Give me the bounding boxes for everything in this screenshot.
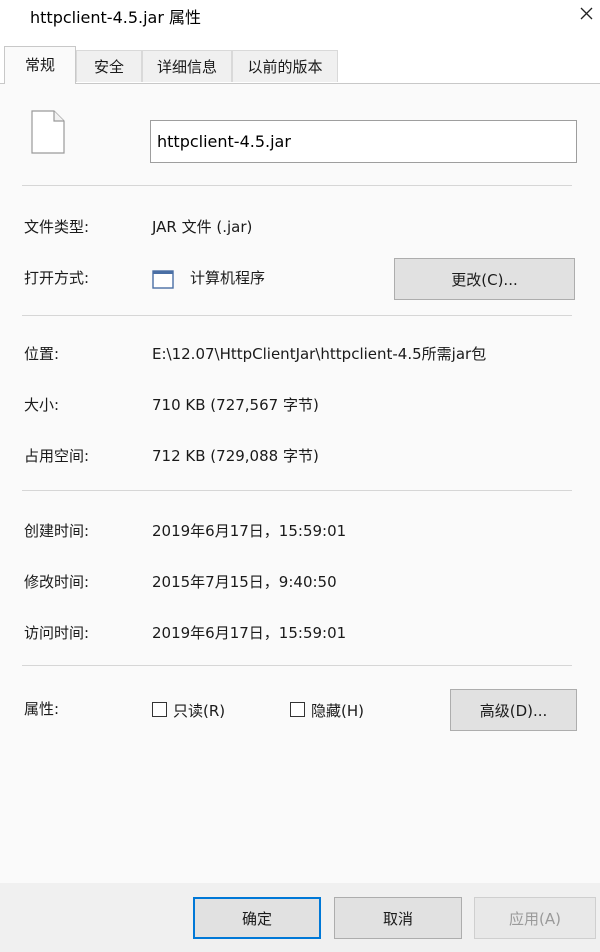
disk-size-value: 712 KB (729,088 字节) (152, 447, 319, 465)
tab-strip: 常规 安全 详细信息 以前的版本 (0, 46, 600, 84)
modified-label: 修改时间: (24, 573, 90, 591)
file-type-value: JAR 文件 (.jar) (152, 218, 253, 236)
separator (22, 665, 572, 666)
readonly-label: 只读(R) (173, 702, 226, 720)
title-bar: httpclient-4.5.jar 属性 (0, 0, 600, 30)
application-icon (152, 270, 174, 289)
open-with-value: 计算机程序 (190, 269, 266, 287)
location-label: 位置: (24, 345, 60, 363)
tab-security[interactable]: 安全 (76, 50, 142, 82)
apply-button[interactable]: 应用(A) (474, 897, 596, 939)
readonly-checkbox[interactable] (152, 702, 167, 717)
hidden-checkbox[interactable] (290, 702, 305, 717)
advanced-button[interactable]: 高级(D)... (450, 689, 577, 731)
file-type-label: 文件类型: (24, 218, 90, 236)
cancel-button[interactable]: 取消 (334, 897, 462, 939)
attributes-label: 属性: (24, 700, 60, 718)
modified-value: 2015年7月15日，9:40:50 (152, 573, 337, 591)
tab-details[interactable]: 详细信息 (142, 50, 232, 82)
tab-general[interactable]: 常规 (4, 46, 76, 84)
separator (22, 185, 572, 186)
created-label: 创建时间: (24, 522, 90, 540)
tab-previous-versions[interactable]: 以前的版本 (232, 50, 338, 82)
location-value: E:\12.07\HttpClientJar\httpclient-4.5所需j… (152, 345, 487, 363)
change-button[interactable]: 更改(C)... (394, 258, 575, 300)
ok-button[interactable]: 确定 (193, 897, 321, 939)
accessed-value: 2019年6月17日，15:59:01 (152, 624, 347, 642)
close-icon (580, 7, 593, 20)
hidden-label: 隐藏(H) (311, 702, 364, 720)
open-with-label: 打开方式: (24, 269, 90, 287)
size-value: 710 KB (727,567 字节) (152, 396, 319, 414)
size-label: 大小: (24, 396, 60, 414)
disk-size-label: 占用空间: (24, 447, 90, 465)
separator (22, 315, 572, 316)
created-value: 2019年6月17日，15:59:01 (152, 522, 347, 540)
dialog-footer: 确定 取消 应用(A) (0, 883, 600, 952)
filename-field[interactable] (150, 120, 577, 163)
file-icon (31, 110, 65, 154)
window-title: httpclient-4.5.jar 属性 (30, 8, 202, 27)
general-panel (0, 83, 600, 883)
close-button[interactable] (572, 0, 600, 28)
accessed-label: 访问时间: (24, 624, 90, 642)
separator (22, 490, 572, 491)
